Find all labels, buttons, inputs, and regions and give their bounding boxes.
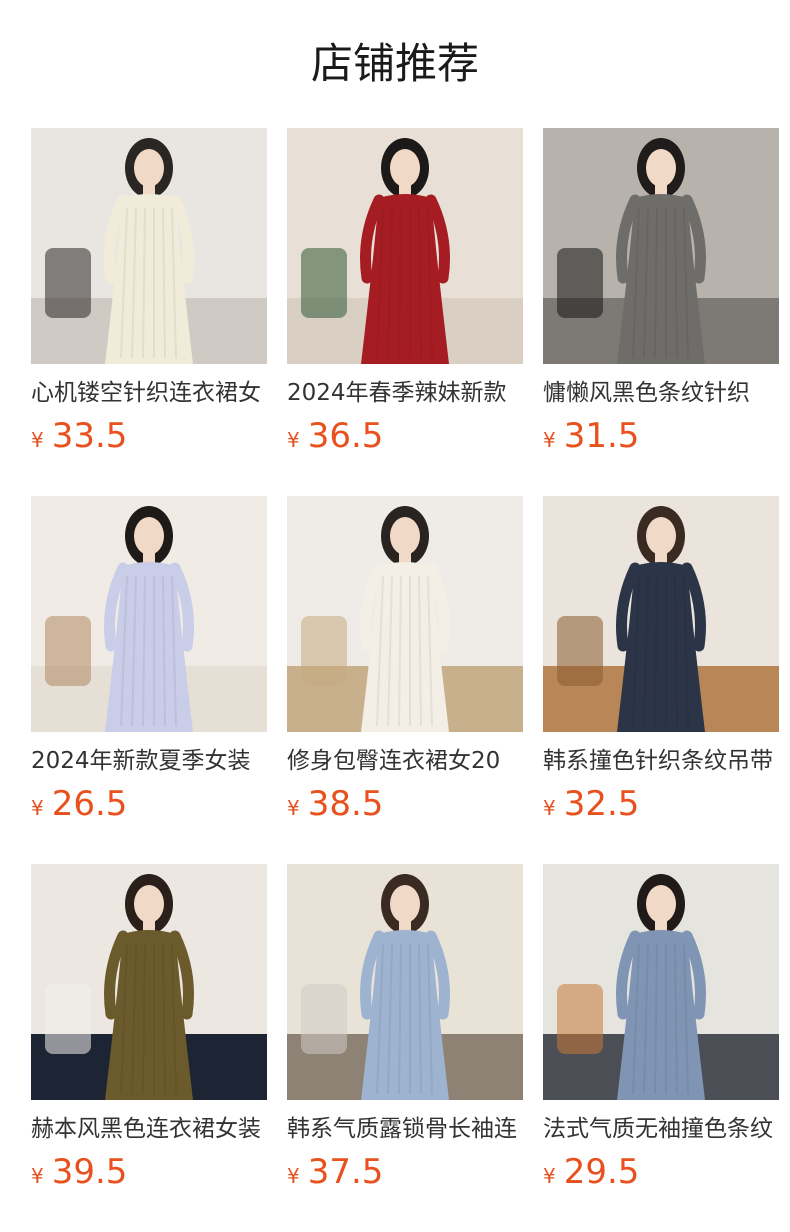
product-card[interactable]: 慵懒风黑色条纹针织 ¥31.5 xyxy=(543,128,779,458)
currency-symbol: ¥ xyxy=(543,428,556,452)
currency-symbol: ¥ xyxy=(543,1164,556,1188)
price-value: 32.5 xyxy=(563,784,640,824)
product-photo xyxy=(543,864,779,1100)
product-photo xyxy=(287,864,523,1100)
product-title[interactable]: 心机镂空针织连衣裙女 xyxy=(31,376,267,410)
product-image[interactable] xyxy=(287,128,523,364)
product-title[interactable]: 修身包臀连衣裙女20 xyxy=(287,744,523,778)
product-title[interactable]: 韩系撞色针织条纹吊带 xyxy=(543,744,779,778)
product-price: ¥36.5 xyxy=(287,414,383,458)
product-price: ¥33.5 xyxy=(31,414,127,458)
product-card[interactable]: 心机镂空针织连衣裙女 ¥33.5 xyxy=(31,128,267,458)
product-title[interactable]: 法式气质无袖撞色条纹 xyxy=(543,1112,779,1146)
price-value: 33.5 xyxy=(51,416,128,456)
price-value: 37.5 xyxy=(307,1152,384,1192)
product-price: ¥29.5 xyxy=(543,1150,639,1194)
product-image[interactable] xyxy=(543,864,779,1100)
product-image[interactable] xyxy=(543,128,779,364)
price-value: 26.5 xyxy=(51,784,128,824)
product-price: ¥39.5 xyxy=(31,1150,127,1194)
price-value: 31.5 xyxy=(563,416,640,456)
product-title[interactable]: 韩系气质露锁骨长袖连 xyxy=(287,1112,523,1146)
product-price: ¥31.5 xyxy=(543,414,639,458)
product-image[interactable] xyxy=(31,496,267,732)
product-image[interactable] xyxy=(31,864,267,1100)
product-photo xyxy=(31,864,267,1100)
price-value: 29.5 xyxy=(563,1152,640,1192)
product-photo xyxy=(287,496,523,732)
product-title[interactable]: 2024年新款夏季女装 xyxy=(31,744,267,778)
product-card[interactable]: 法式气质无袖撞色条纹 ¥29.5 xyxy=(543,864,779,1194)
product-card[interactable]: 韩系撞色针织条纹吊带 ¥32.5 xyxy=(543,496,779,826)
currency-symbol: ¥ xyxy=(287,428,300,452)
price-value: 39.5 xyxy=(51,1152,128,1192)
product-image[interactable] xyxy=(287,864,523,1100)
product-title[interactable]: 赫本风黑色连衣裙女装 xyxy=(31,1112,267,1146)
product-card[interactable]: 2024年春季辣妹新款 ¥36.5 xyxy=(287,128,523,458)
product-image[interactable] xyxy=(543,496,779,732)
product-card[interactable]: 修身包臀连衣裙女20 ¥38.5 xyxy=(287,496,523,826)
price-value: 38.5 xyxy=(307,784,384,824)
product-photo xyxy=(31,496,267,732)
currency-symbol: ¥ xyxy=(543,796,556,820)
product-title[interactable]: 慵懒风黑色条纹针织 xyxy=(543,376,779,410)
product-price: ¥37.5 xyxy=(287,1150,383,1194)
page-title: 店铺推荐 xyxy=(310,39,479,88)
product-photo xyxy=(543,128,779,364)
product-price: ¥32.5 xyxy=(543,782,639,826)
product-price: ¥26.5 xyxy=(31,782,127,826)
product-image[interactable] xyxy=(287,496,523,732)
price-value: 36.5 xyxy=(307,416,384,456)
product-photo xyxy=(31,128,267,364)
product-image[interactable] xyxy=(31,128,267,364)
product-price: ¥38.5 xyxy=(287,782,383,826)
product-photo xyxy=(543,496,779,732)
product-card[interactable]: 赫本风黑色连衣裙女装 ¥39.5 xyxy=(31,864,267,1194)
currency-symbol: ¥ xyxy=(31,1164,44,1188)
product-card[interactable]: 2024年新款夏季女装 ¥26.5 xyxy=(31,496,267,826)
currency-symbol: ¥ xyxy=(31,428,44,452)
product-photo xyxy=(287,128,523,364)
currency-symbol: ¥ xyxy=(287,1164,300,1188)
currency-symbol: ¥ xyxy=(31,796,44,820)
product-title[interactable]: 2024年春季辣妹新款 xyxy=(287,376,523,410)
product-card[interactable]: 韩系气质露锁骨长袖连 ¥37.5 xyxy=(287,864,523,1194)
currency-symbol: ¥ xyxy=(287,796,300,820)
